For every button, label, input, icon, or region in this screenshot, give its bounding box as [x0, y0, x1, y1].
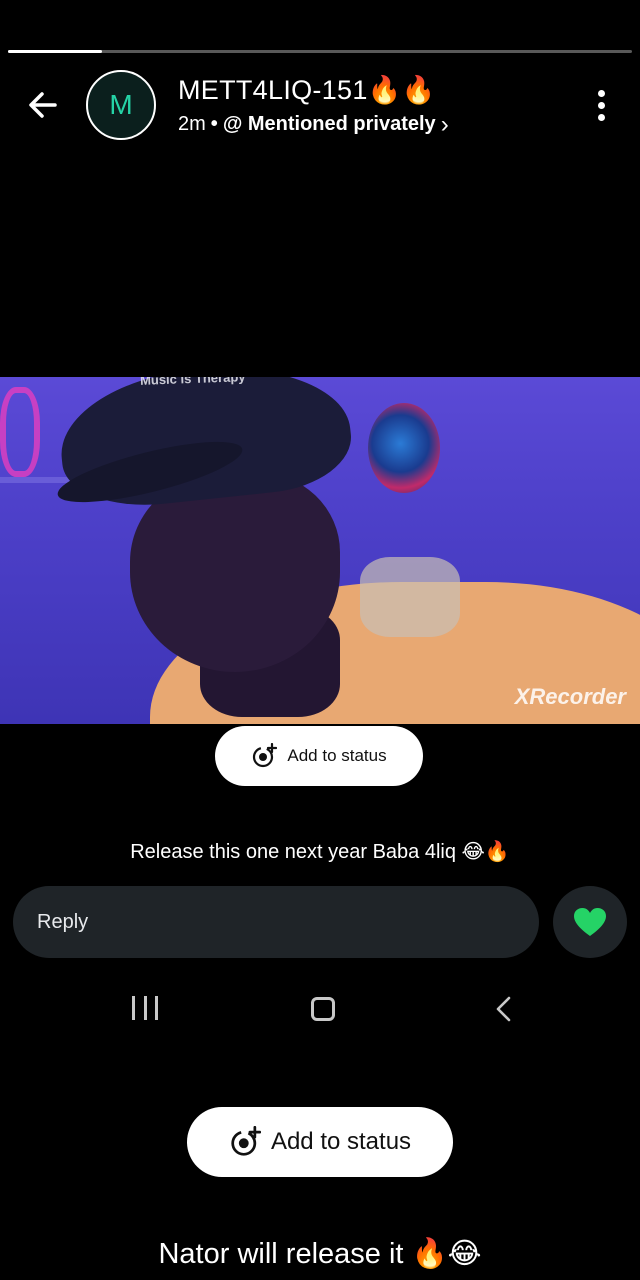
hoodie-collar: [360, 557, 460, 637]
arrow-left-icon: [29, 92, 57, 118]
status-add-icon: [253, 743, 278, 768]
status-progress-track: [8, 50, 632, 53]
nav-back-button[interactable]: [494, 996, 514, 1022]
more-menu-button[interactable]: [586, 84, 616, 126]
contact-name[interactable]: METT4LIQ-151🔥🔥: [178, 74, 436, 106]
reply-input[interactable]: Reply: [13, 886, 539, 958]
time-ago: 2m: [178, 113, 206, 135]
add-to-status-button[interactable]: Add to status: [215, 726, 423, 786]
status-progress-fill: [8, 50, 102, 53]
nav-recents-button[interactable]: [132, 996, 158, 1022]
background-orb: [368, 403, 440, 493]
status-caption: Release this one next year Baba 4liq 😂🔥: [130, 841, 510, 863]
status-video[interactable]: Music is Therapy XRecorder: [0, 377, 640, 724]
back-button[interactable]: [22, 84, 64, 126]
chevron-right-icon: ›: [440, 110, 449, 138]
mention-label: @ Mentioned privately: [222, 113, 436, 135]
heart-icon: [574, 908, 606, 936]
add-to-status-label-large: Add to status: [270, 1128, 412, 1155]
reply-placeholder: Reply: [37, 911, 89, 933]
background-shelf: [0, 477, 70, 483]
video-watermark: XRecorder: [514, 684, 626, 709]
status-caption-large: Nator will release it 🔥😂: [158, 1238, 482, 1270]
add-to-status-label: Add to status: [287, 746, 387, 765]
nav-home-button[interactable]: [311, 997, 335, 1021]
add-to-status-button-large[interactable]: Add to status: [187, 1107, 453, 1177]
meta-separator: •: [210, 113, 218, 135]
avatar-initial: M: [109, 89, 133, 120]
status-meta[interactable]: 2m • @ Mentioned privately ›: [178, 110, 449, 138]
more-vertical-icon: [597, 89, 605, 97]
avatar[interactable]: M: [86, 70, 156, 140]
status-add-icon: [231, 1126, 261, 1156]
neon-sign: [0, 387, 40, 477]
like-button[interactable]: [553, 886, 627, 958]
chevron-left-icon: [496, 996, 511, 1022]
